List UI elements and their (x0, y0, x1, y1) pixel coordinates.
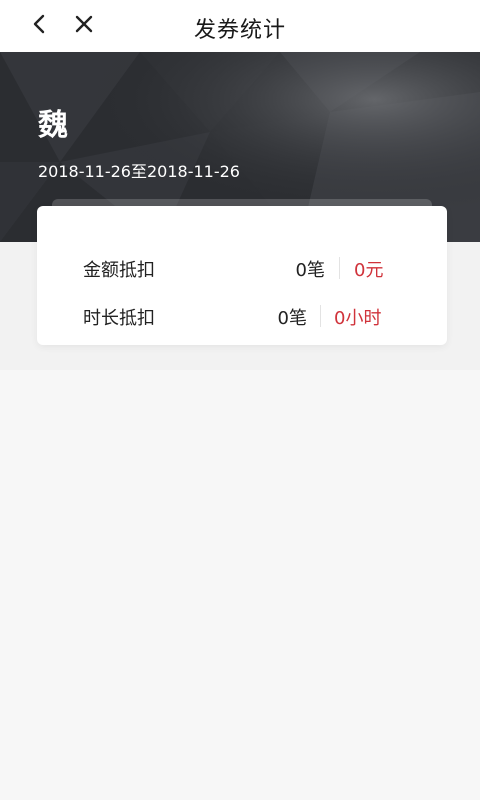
user-name: 魏 (38, 108, 68, 143)
stat-label: 金额抵扣 (83, 260, 155, 281)
stat-value: 0小时 (334, 308, 382, 329)
stat-label: 时长抵扣 (83, 308, 155, 329)
stats-card: 金额抵扣 0笔 0元 时长抵扣 0笔 0小时 (37, 206, 447, 345)
stat-count: 0笔 (277, 308, 307, 329)
stat-divider (320, 305, 321, 327)
stat-count: 0笔 (295, 260, 325, 281)
stat-row-amount[interactable]: 金额抵扣 0笔 0元 (37, 252, 447, 282)
stat-row-duration[interactable]: 时长抵扣 0笔 0小时 (37, 300, 447, 330)
date-range: 2018-11-26至2018-11-26 (38, 162, 240, 181)
stat-value: 0元 (354, 260, 384, 281)
top-bar: 发券统计 (0, 0, 480, 52)
stat-divider (339, 257, 340, 279)
page-title: 发券统计 (193, 18, 286, 43)
